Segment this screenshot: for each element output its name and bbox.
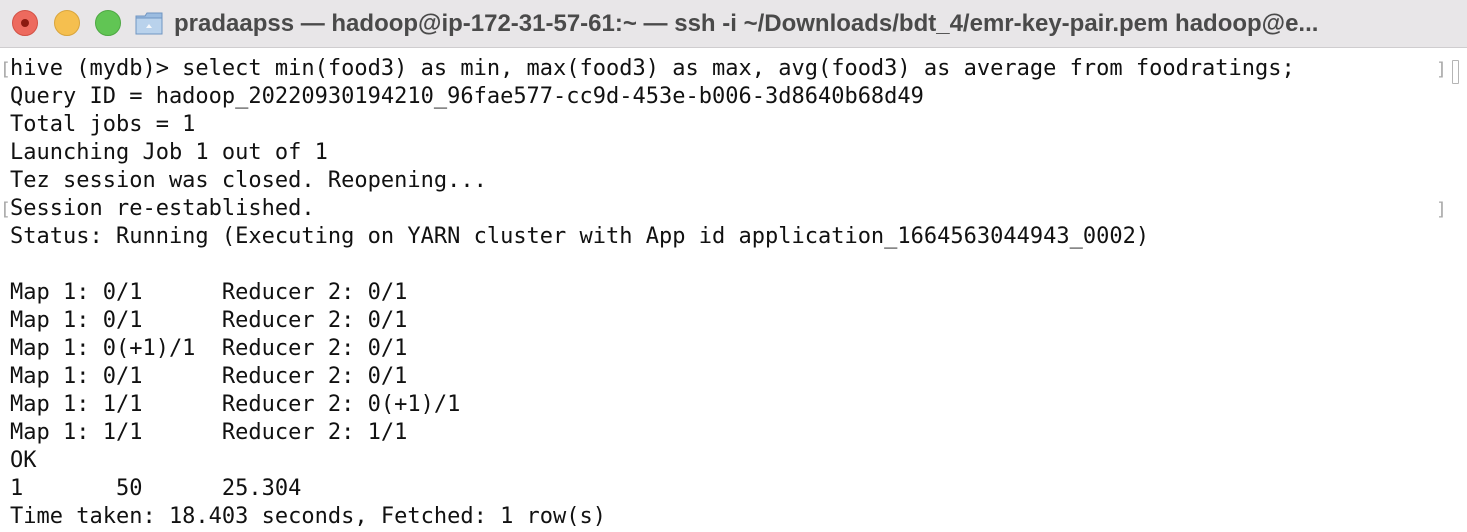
terminal-line: Session re-established. — [10, 196, 315, 221]
terminal-line-progress: Map 1: 0(+1)/1 Reducer 2: 0/1 — [10, 336, 408, 361]
terminal-line: Tez session was closed. Reopening... — [10, 168, 487, 193]
zoom-window-button[interactable] — [95, 10, 121, 36]
terminal-line: Launching Job 1 out of 1 — [10, 140, 328, 165]
terminal-line-command: hive (mydb)> select min(food3) as min, m… — [10, 56, 1295, 81]
scroll-marker[interactable] — [1452, 60, 1459, 84]
left-bracket-marker: [ — [0, 199, 11, 220]
terminal-line-progress: Map 1: 1/1 Reducer 2: 1/1 — [10, 420, 408, 445]
terminal-line-progress: Map 1: 1/1 Reducer 2: 0(+1)/1 — [10, 392, 461, 417]
terminal-line: Status: Running (Executing on YARN clust… — [10, 224, 1150, 249]
title-bar[interactable]: pradaapss — hadoop@ip-172-31-57-61:~ — s… — [0, 0, 1467, 48]
terminal-line-progress: Map 1: 0/1 Reducer 2: 0/1 — [10, 280, 408, 305]
close-window-button[interactable] — [12, 10, 38, 36]
terminal-line-progress: Map 1: 0/1 Reducer 2: 0/1 — [10, 364, 408, 389]
terminal-line-progress: Map 1: 0/1 Reducer 2: 0/1 — [10, 308, 408, 333]
terminal-line-status: OK — [10, 448, 37, 473]
window-title: pradaapss — hadoop@ip-172-31-57-61:~ — s… — [174, 10, 1319, 37]
close-dot-icon — [21, 19, 29, 27]
minimize-window-button[interactable] — [54, 10, 80, 36]
terminal-line-result: 1 50 25.304 — [10, 476, 302, 501]
terminal-line: Query ID = hadoop_20220930194210_96fae57… — [10, 84, 924, 109]
terminal-output[interactable]: [ ] hive (mydb)> select min(food3) as mi… — [0, 55, 1467, 532]
terminal-window: pradaapss — hadoop@ip-172-31-57-61:~ — s… — [0, 0, 1467, 532]
terminal-line-time: Time taken: 18.403 seconds, Fetched: 1 r… — [10, 504, 607, 529]
terminal-line: Total jobs = 1 — [10, 112, 196, 137]
folder-icon — [135, 12, 163, 35]
left-bracket-marker: [ — [0, 59, 11, 80]
